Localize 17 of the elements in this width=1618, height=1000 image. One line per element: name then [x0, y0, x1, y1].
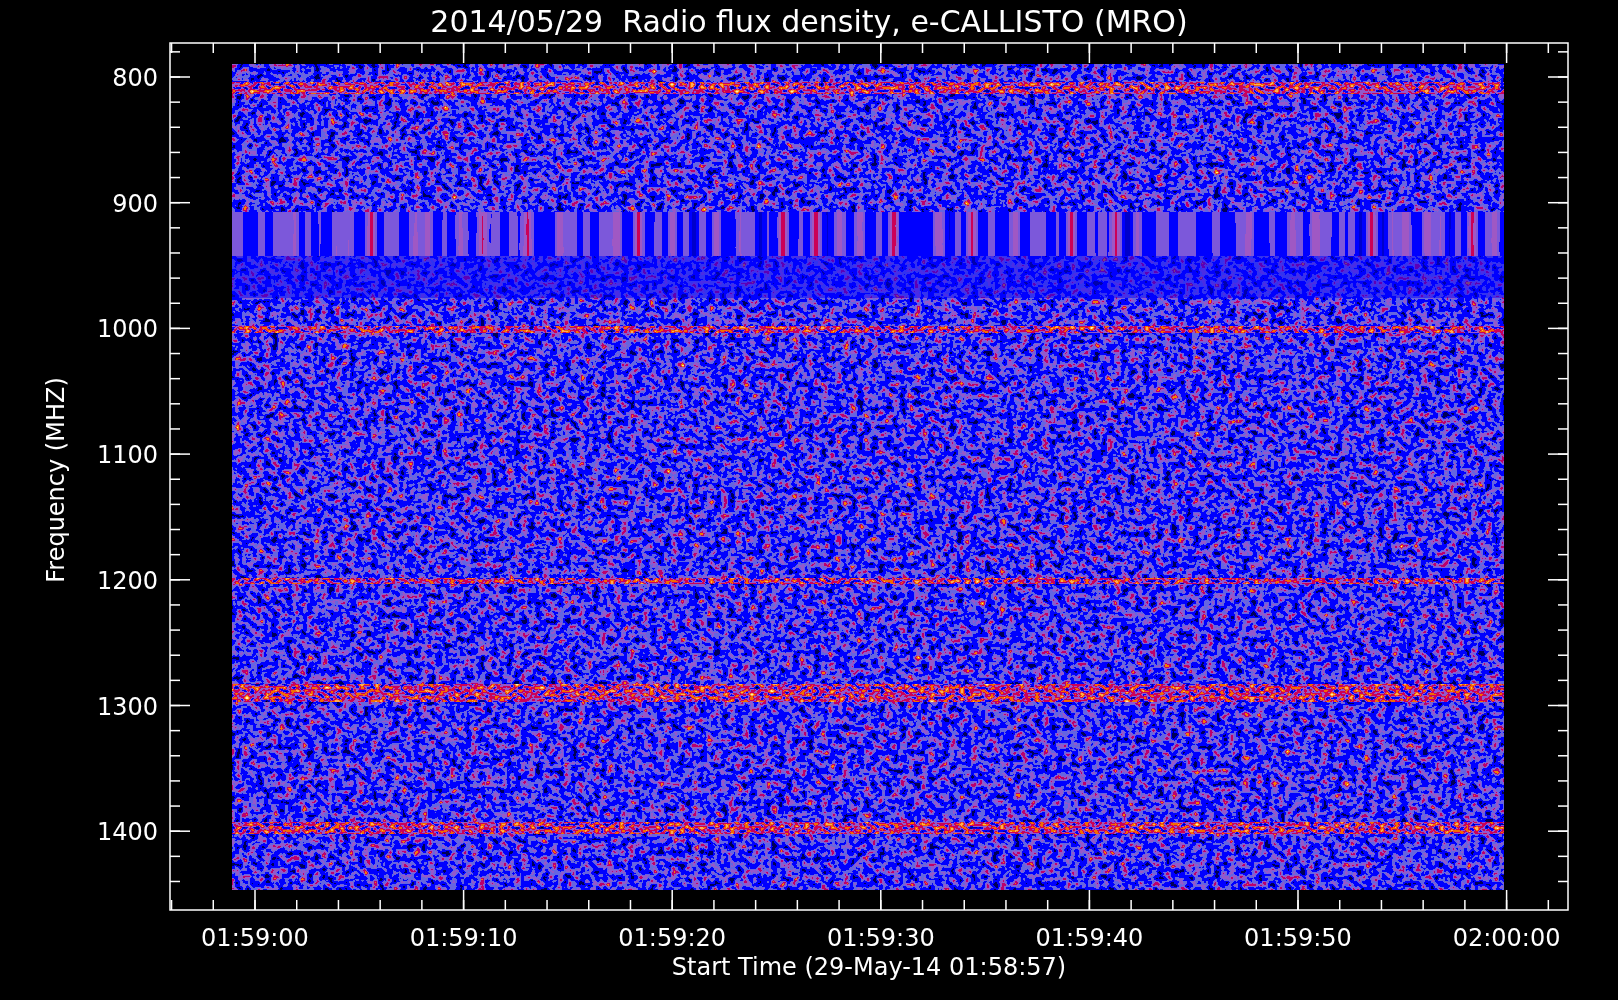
y-tick-label: 1400 [96, 818, 158, 847]
y-axis-label: Frequency (MHZ) [42, 377, 70, 583]
x-tick-label: 02:00:00 [1452, 924, 1561, 952]
x-tick-label: 01:59:00 [201, 924, 309, 952]
chart-title: 2014/05/29 Radio flux density, e-CALLISTO (MRO) [430, 4, 1188, 39]
x-axis-label: Start Time (29-May-14 01:58:57) [671, 953, 1067, 981]
x-tick-label: 01:59:50 [1244, 924, 1352, 952]
y-tick-label: 800 [112, 64, 158, 92]
y-tick-label: 1300 [96, 692, 158, 721]
x-tick-label: 01:59:30 [826, 924, 935, 952]
y-tick-label: 1200 [96, 566, 158, 595]
x-tick-label: 01:59:10 [409, 924, 518, 952]
x-tick-label: 01:59:20 [618, 924, 727, 952]
y-tick-label: 900 [112, 189, 158, 218]
y-tick-label: 1000 [96, 315, 158, 344]
x-tick-label: 01:59:40 [1035, 924, 1144, 952]
y-tick-label: 1100 [96, 441, 158, 470]
